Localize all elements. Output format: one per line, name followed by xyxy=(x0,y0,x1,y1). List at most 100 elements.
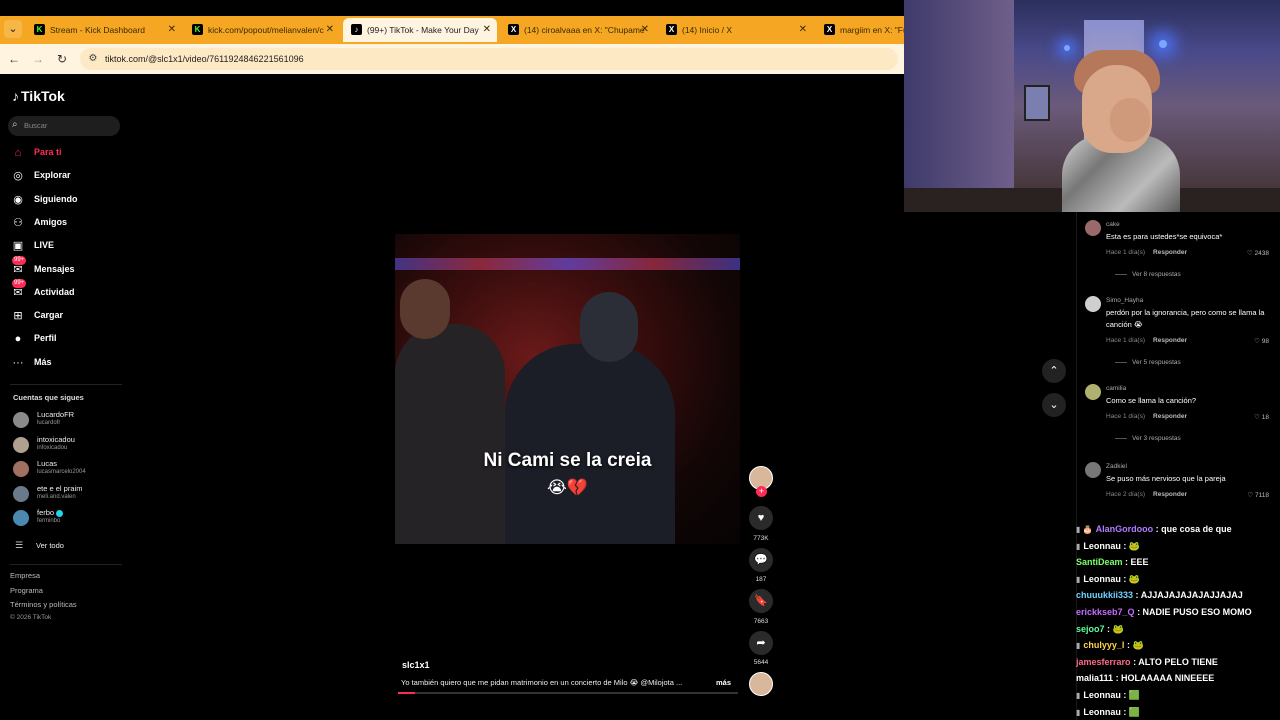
chat-username[interactable]: SantiDeam xyxy=(1076,557,1123,567)
chat-username[interactable]: malia111 xyxy=(1076,673,1113,683)
reply-button[interactable]: Responder xyxy=(1153,413,1187,420)
tab-title: (99+) TikTok - Make Your Day xyxy=(367,25,479,35)
tiktok-logo[interactable]: ♪ TikTok xyxy=(12,88,65,104)
comment-username[interactable]: Simo_Hayha xyxy=(1106,297,1143,304)
url-field[interactable]: ⚙ tiktok.com/@slc1x1/video/7611924846221… xyxy=(80,48,898,70)
footer-link[interactable]: Programa xyxy=(10,586,43,595)
nav-item-2[interactable]: ◉ Siguiendo xyxy=(10,191,125,209)
video-player[interactable]: Ni Cami se la creia 😭💔 xyxy=(395,234,740,544)
tab-5[interactable]: Xmargiim en X: "Fu xyxy=(816,18,904,42)
chevron-up-icon[interactable]: ⌃ xyxy=(1042,359,1066,383)
reply-button[interactable]: Responder xyxy=(1153,249,1187,256)
view-replies-button[interactable]: Ver 5 respuestas xyxy=(1115,359,1181,366)
forward-icon[interactable]: → xyxy=(30,51,46,67)
sound-avatar[interactable] xyxy=(749,672,773,696)
chat-username[interactable]: Leonnau xyxy=(1083,541,1121,551)
view-replies-button[interactable]: Ver 3 respuestas xyxy=(1115,435,1181,442)
webcam-wall-frame xyxy=(1024,85,1050,121)
avatar[interactable] xyxy=(1085,220,1101,236)
tab-0[interactable]: K Stream - Kick Dashboard ✕ xyxy=(26,18,182,42)
chevron-down-icon[interactable]: ⌄ xyxy=(1042,393,1066,417)
see-all-link[interactable]: ☰ Ver todo xyxy=(13,536,125,558)
nav-item-7[interactable]: ⊞ Cargar xyxy=(10,307,125,325)
close-tab-icon[interactable]: ✕ xyxy=(641,18,649,42)
nav-item-1[interactable]: ◎ Explorar xyxy=(10,167,125,185)
close-tab-icon[interactable]: ✕ xyxy=(799,18,807,42)
nav-item-0[interactable]: ⌂ Para ti xyxy=(10,144,125,162)
video-frame-lights xyxy=(395,258,740,270)
video-frame-figure xyxy=(505,344,675,544)
footer-link[interactable]: Términos y políticas xyxy=(10,600,77,609)
like-icon[interactable]: ♥ xyxy=(749,506,773,530)
nav-item-4[interactable]: ▣ LIVE xyxy=(10,237,125,255)
comment-text: Se puso más nervioso que la pareja xyxy=(1106,474,1226,483)
nav-item-8[interactable]: ● Perfil xyxy=(10,330,125,348)
avatar[interactable] xyxy=(1085,462,1101,478)
chat-username[interactable]: erickkseb7_Q xyxy=(1076,607,1135,617)
nav-item-9[interactable]: ··· Más xyxy=(10,354,125,372)
bookmark-icon[interactable]: 🔖 xyxy=(749,589,773,613)
chat-message: sejoo7 : 🐸 xyxy=(1076,624,1124,635)
tab-3[interactable]: X (14) ciroalvaaa en X: "Chupame ✕ xyxy=(500,18,655,42)
video-progress[interactable] xyxy=(398,692,738,694)
tab-1[interactable]: Kkick.com/popout/melianvalen/c ✕ xyxy=(184,18,340,42)
reload-icon[interactable]: ↻ xyxy=(54,51,70,67)
tab-2[interactable]: ♪ (99+) TikTok - Make Your Day ✕ xyxy=(343,18,497,42)
chat-username[interactable]: jamesferraro xyxy=(1076,657,1131,667)
view-replies-button[interactable]: Ver 8 respuestas xyxy=(1115,271,1181,278)
following-account[interactable]: intoxicadou infoxicadou xyxy=(13,434,125,456)
chat-username[interactable]: sejoo7 xyxy=(1076,624,1105,634)
chat-username[interactable]: chuuukkii333 xyxy=(1076,590,1133,600)
avatar xyxy=(13,436,29,453)
close-tab-icon[interactable]: ✕ xyxy=(483,18,491,42)
footer-link[interactable]: Empresa xyxy=(10,571,40,580)
comment-count: 187 xyxy=(755,576,767,583)
nav-item-3[interactable]: ⚇ Amigos xyxy=(10,214,125,232)
account-name-text: Lucas xyxy=(37,459,58,468)
following-account[interactable]: LucardoFR lucardofr xyxy=(13,409,125,431)
comment-username[interactable]: Zadkiel xyxy=(1106,463,1127,470)
comment-username[interactable]: camilia xyxy=(1106,385,1126,392)
avatar[interactable] xyxy=(1085,384,1101,400)
tab-search-dropdown-icon[interactable]: ⌄ xyxy=(4,20,22,38)
comment-username[interactable]: cake xyxy=(1106,221,1120,228)
comment-like-count[interactable]: ♡ 2438 xyxy=(1247,249,1269,257)
tab-title: margiim en X: "Fu xyxy=(840,25,904,35)
reply-button[interactable]: Responder xyxy=(1153,337,1187,344)
comment-icon[interactable]: 💬 xyxy=(749,548,773,572)
search-input[interactable]: ⌕ Buscar xyxy=(8,116,120,136)
share-icon[interactable]: ➦ xyxy=(749,631,773,655)
chat-username[interactable]: Leonnau xyxy=(1083,574,1121,584)
live-icon: ▣ xyxy=(12,240,24,253)
chat-username[interactable]: chulyyy_l xyxy=(1083,640,1124,650)
tab-bar: ⌄ K Stream - Kick Dashboard ✕ Kkick.com/pop… xyxy=(0,0,904,44)
chat-username[interactable]: Leonnau xyxy=(1083,690,1121,700)
follow-plus-icon[interactable]: + xyxy=(756,486,767,497)
video-frame-figure xyxy=(400,279,450,339)
share-count: 5644 xyxy=(753,659,769,666)
back-icon[interactable]: ← xyxy=(6,51,22,67)
chat-username[interactable]: Leonnau xyxy=(1083,707,1121,717)
reply-button[interactable]: Responder xyxy=(1153,491,1187,498)
nav-label: Actividad xyxy=(34,286,75,297)
following-account[interactable]: ferbo ferminbo xyxy=(13,507,125,529)
following-account[interactable]: ete e el praim meli.and.valen xyxy=(13,483,125,505)
nav-item-6[interactable]: ✉ 99+ Actividad xyxy=(10,278,125,302)
webcam-light xyxy=(1159,40,1167,48)
comment-like-count[interactable]: ♡ 7118 xyxy=(1247,491,1269,499)
following-account[interactable]: Lucas lucasmarcelo2004 xyxy=(13,458,125,480)
chat-message: ▮ Leonnau : 🐸 xyxy=(1076,541,1140,552)
site-info-icon[interactable]: ⚙ xyxy=(86,52,100,66)
nav-item-5[interactable]: ✉ 99+ Mensajes xyxy=(10,255,125,279)
avatar[interactable] xyxy=(1085,296,1101,312)
webcam-background xyxy=(904,0,1014,212)
more-button[interactable]: más xyxy=(716,678,731,687)
comment-like-count[interactable]: ♡ 98 xyxy=(1254,337,1269,345)
chat-username[interactable]: AlanGordooo xyxy=(1096,524,1154,534)
close-tab-icon[interactable]: ✕ xyxy=(168,18,176,42)
avatar xyxy=(13,412,29,428)
close-tab-icon[interactable]: ✕ xyxy=(326,18,334,42)
tab-4[interactable]: X (14) Inicio / X ✕ xyxy=(658,18,813,42)
comment-like-count[interactable]: ♡ 18 xyxy=(1254,413,1269,421)
video-author[interactable]: slc1x1 xyxy=(402,660,430,670)
